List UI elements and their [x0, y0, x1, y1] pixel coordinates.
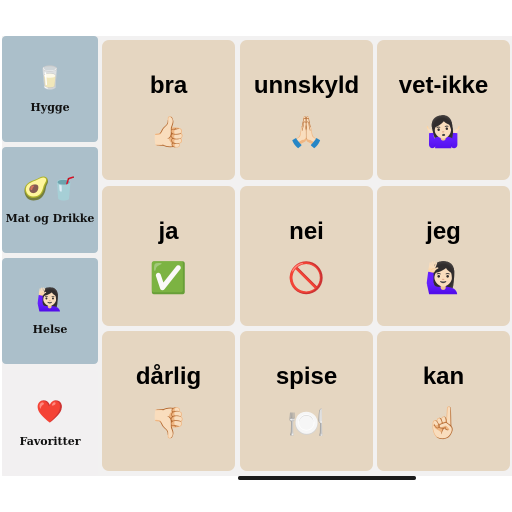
avocado-cup-icon: 🥑🥤: [22, 176, 78, 202]
check-mark-icon: ✅: [149, 261, 188, 296]
drink-glass-icon: 🥛: [36, 65, 64, 91]
word-tile-darlig[interactable]: dårlig 👎🏻: [102, 331, 235, 471]
word-tile-ja[interactable]: ja ✅: [102, 186, 235, 326]
folded-hands-icon: 🙏🏻: [287, 115, 326, 150]
tile-word: jeg: [426, 218, 461, 245]
app-container: 🥛 Hygge 🥑🥤 Mat og Drikke 🙋🏻‍♀️ Helse ❤️ …: [2, 36, 512, 476]
woman-raising-hand-icon: 🙋🏻‍♀️: [36, 287, 64, 313]
category-hygge[interactable]: 🥛 Hygge: [2, 36, 98, 142]
category-label: Helse: [32, 322, 68, 336]
category-sidebar: 🥛 Hygge 🥑🥤 Mat og Drikke 🙋🏻‍♀️ Helse ❤️ …: [2, 36, 98, 476]
category-label: Mat og Drikke: [5, 211, 95, 225]
category-label: Favoritter: [19, 434, 81, 448]
red-heart-icon: ❤️: [36, 399, 64, 425]
tile-word: kan: [422, 363, 465, 390]
word-tile-vet-ikke[interactable]: vet-ikke 🤷🏻‍♀️: [377, 40, 510, 180]
woman-shrugging-icon: 🤷🏻‍♀️: [424, 115, 463, 150]
word-tile-bra[interactable]: bra 👍🏻: [102, 40, 235, 180]
word-tile-spise[interactable]: spise 🍽️: [240, 331, 373, 471]
word-tile-jeg[interactable]: jeg 🙋🏻‍♀️: [377, 186, 510, 326]
word-tile-nei[interactable]: nei 🚫: [240, 186, 373, 326]
category-label: Hygge: [30, 100, 70, 114]
tile-word: bra: [149, 72, 188, 99]
word-grid: bra 👍🏻 unnskyld 🙏🏻 vet-ikke 🤷🏻‍♀️ ja ✅ n…: [100, 36, 512, 476]
category-favoritter[interactable]: ❤️ Favoritter: [2, 370, 98, 476]
tile-word: nei: [289, 218, 324, 245]
thumbs-down-icon: 👎🏻: [149, 406, 188, 441]
plate-cutlery-icon: 🍽️: [287, 406, 326, 441]
index-pointing-up-icon: ☝🏻: [424, 406, 463, 441]
tile-word: spise: [275, 363, 338, 390]
home-indicator[interactable]: [238, 476, 416, 480]
word-tile-unnskyld[interactable]: unnskyld 🙏🏻: [240, 40, 373, 180]
tile-word: ja: [158, 218, 179, 245]
category-helse[interactable]: 🙋🏻‍♀️ Helse: [2, 258, 98, 364]
screen: 🥛 Hygge 🥑🥤 Mat og Drikke 🙋🏻‍♀️ Helse ❤️ …: [0, 0, 512, 512]
tile-word: dårlig: [135, 363, 202, 390]
category-mat-og-drikke[interactable]: 🥑🥤 Mat og Drikke: [2, 147, 98, 253]
woman-raising-hand-icon: 🙋🏻‍♀️: [424, 261, 463, 296]
prohibited-icon: 🚫: [287, 261, 326, 296]
tile-word: unnskyld: [253, 72, 360, 99]
tile-word: vet-ikke: [398, 72, 489, 99]
thumbs-up-icon: 👍🏻: [149, 115, 188, 150]
word-tile-kan[interactable]: kan ☝🏻: [377, 331, 510, 471]
